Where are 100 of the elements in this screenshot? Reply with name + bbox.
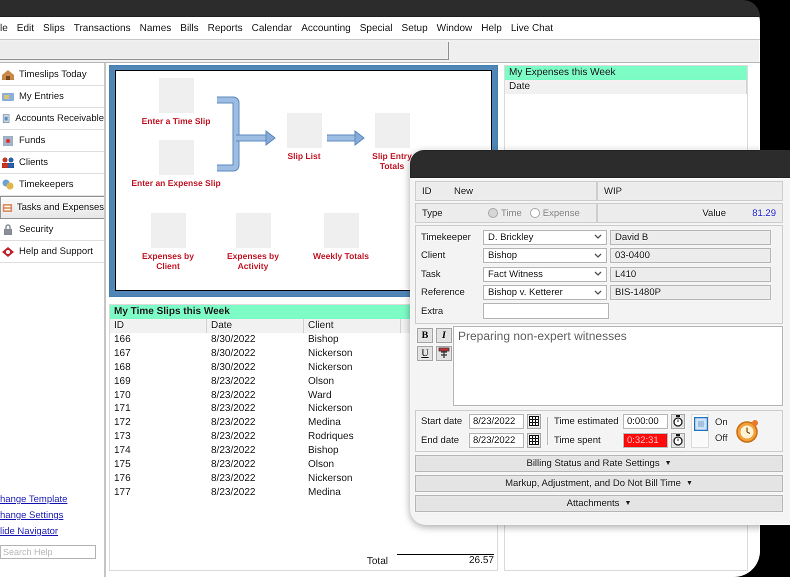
table-cell-text: Olson <box>307 374 336 389</box>
people-icon <box>1 156 15 170</box>
menu-item[interactable]: Transactions <box>74 22 131 34</box>
dropdown[interactable]: Bishop <box>483 248 607 264</box>
toggle-knob-icon <box>694 416 708 430</box>
dropdown[interactable]: Fact Witness <box>483 266 607 282</box>
menu-item[interactable]: Window <box>436 22 472 34</box>
house-icon <box>1 68 15 82</box>
table-cell-text: 8/23/2022 <box>210 402 256 416</box>
table-cell-text: 8/23/2022 <box>210 388 256 403</box>
id-value: New <box>454 186 474 196</box>
total-label: Total <box>366 556 388 567</box>
table-cell-text: Medina <box>307 486 342 500</box>
menu-item[interactable]: le <box>0 22 8 34</box>
date-field[interactable]: 8/23/2022 <box>469 432 524 448</box>
stamp-icon <box>438 347 450 359</box>
menu-item[interactable]: Setup <box>402 22 428 34</box>
dropdown[interactable]: Bishop v. Ketterer <box>483 285 607 300</box>
flowchart-link[interactable]: Enter a Time Slip <box>142 116 210 126</box>
menu-item[interactable]: Accounting <box>301 22 351 34</box>
dropdown[interactable]: D. Brickley <box>483 230 607 245</box>
table-cell-text: Nickerson <box>307 402 354 416</box>
table-cell-text: Nickerson <box>307 360 354 375</box>
text-field[interactable] <box>483 303 609 320</box>
field-label: Time estimated <box>554 416 620 426</box>
table-cell-text: 8/23/2022 <box>210 430 256 444</box>
format-button[interactable]: B <box>417 328 433 342</box>
menu-item[interactable]: Edit <box>16 22 34 34</box>
stopwatch-icon <box>734 418 760 444</box>
menu-item[interactable]: Bills <box>180 22 199 34</box>
table-cell-text: 8/23/2022 <box>210 472 256 486</box>
calendar-icon <box>529 435 539 445</box>
menu-item[interactable]: Special <box>360 22 393 34</box>
flowchart-link[interactable]: Expenses by Activity <box>223 251 283 271</box>
link[interactable]: hange Template <box>0 494 104 507</box>
field-label: Start date <box>421 416 464 426</box>
menu-item[interactable]: Reports <box>208 22 243 34</box>
link[interactable]: lide Navigator <box>0 526 104 539</box>
value-amount: 81.29 <box>751 208 776 218</box>
table-cell-text: 173 <box>113 430 132 444</box>
menu-item[interactable]: Help <box>481 22 502 34</box>
link[interactable]: hange Settings <box>0 510 104 523</box>
menu-item[interactable]: Calendar <box>252 22 292 34</box>
field-label: WIP <box>604 186 622 196</box>
table-cell-text: Bishop <box>307 444 340 458</box>
panel-title: My Expenses this Week <box>505 66 747 80</box>
stopwatch-icon <box>673 415 683 427</box>
table-cell-text: 171 <box>113 402 132 416</box>
menu-item[interactable]: Names <box>140 22 172 34</box>
lock-icon <box>1 222 15 236</box>
code-field: David B <box>610 230 771 245</box>
chevron-icon <box>594 252 602 259</box>
connector-arrow <box>327 130 365 146</box>
flowchart-link[interactable]: Expenses by Client <box>138 251 198 271</box>
chevron-icon <box>594 271 602 278</box>
field-label: ID <box>422 186 432 196</box>
menu-item[interactable]: Live Chat <box>510 22 554 34</box>
switch-label: On <box>715 417 728 428</box>
calendar-button[interactable] <box>527 432 541 448</box>
column-header[interactable]: Date <box>505 80 747 94</box>
timer-switch[interactable] <box>691 414 709 448</box>
stopwatch-button[interactable] <box>671 432 685 448</box>
table-cell-text: Nickerson <box>307 472 354 486</box>
total-value: 26.57 <box>397 554 494 567</box>
flowchart-link[interactable]: Weekly Totals <box>313 251 369 261</box>
stopwatch-icon <box>673 434 683 446</box>
field-label: Type <box>422 208 444 218</box>
table-cell-text: 8/23/2022 <box>210 374 256 389</box>
column-header[interactable]: Client <box>304 319 401 333</box>
people-icon <box>1 178 15 192</box>
calendar-button[interactable] <box>527 414 541 428</box>
table-cell-text: 8/23/2022 <box>210 458 256 472</box>
date-field[interactable]: 8/23/2022 <box>469 414 524 428</box>
table-cell-text: 8/30/2022 <box>210 333 256 347</box>
column-header[interactable]: ID <box>110 319 207 333</box>
chevron-icon <box>594 290 602 296</box>
menu-item[interactable]: Slips <box>43 22 65 34</box>
description-field[interactable]: Preparing non-expert witnesses <box>453 326 783 406</box>
flowchart-link[interactable]: Slip List <box>287 151 321 161</box>
table-cell-text: 167 <box>113 346 132 361</box>
table-cell-text: 170 <box>113 388 132 403</box>
code-field: 03-0400 <box>610 248 771 264</box>
field-label: Extra <box>421 306 444 317</box>
table-cell-text: 8/23/2022 <box>210 444 256 458</box>
time-field[interactable]: 0:00:00 <box>623 414 668 428</box>
table-cell-text: 168 <box>113 360 132 375</box>
field-label: Reference <box>421 287 466 298</box>
format-button[interactable]: I <box>436 328 452 342</box>
field-label: Task <box>421 268 442 280</box>
navigator-item[interactable]: Tasks and Expenses <box>0 196 104 219</box>
field-label: End date <box>421 434 460 446</box>
format-button[interactable]: U <box>417 346 433 360</box>
toolbar-field[interactable] <box>0 42 449 60</box>
table-cell-text: Medina <box>307 416 342 430</box>
flowchart-link[interactable]: Enter an Expense Slip <box>131 178 221 188</box>
search-field[interactable]: Search Help <box>0 545 96 559</box>
format-button[interactable] <box>436 346 452 360</box>
column-header[interactable]: Date <box>207 319 304 333</box>
code-field: L410 <box>610 266 771 282</box>
stopwatch-button[interactable] <box>671 414 685 428</box>
